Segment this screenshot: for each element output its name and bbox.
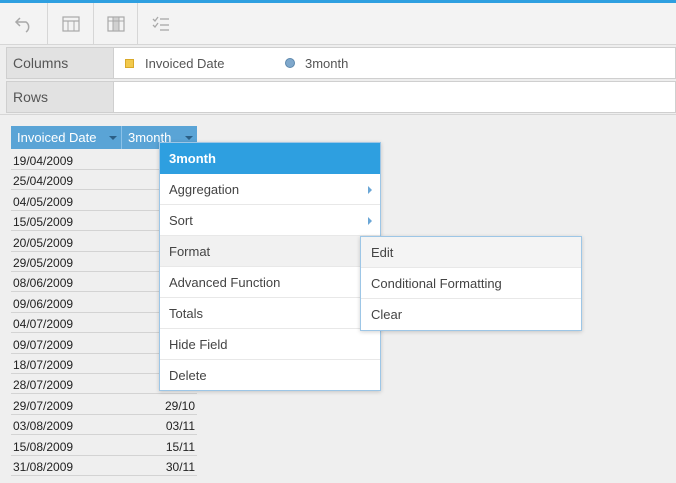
column-header-invoiced-date[interactable]: Invoiced Date (11, 126, 122, 149)
invoiced-date-cell: 20/05/2009 (13, 236, 74, 250)
menu-item-label: Aggregation (169, 182, 240, 197)
table-layout-button[interactable] (48, 3, 94, 45)
invoiced-date-cell: 19/04/2009 (13, 154, 74, 168)
undo-button[interactable] (0, 3, 48, 45)
submenu-item-edit[interactable]: Edit (361, 237, 581, 268)
invoiced-date-cell: 03/08/2009 (13, 419, 74, 433)
chevron-right-icon (368, 186, 372, 194)
format-submenu: Edit Conditional Formatting Clear (360, 236, 582, 331)
3month-cell: 15/11 (165, 440, 195, 454)
table-layout-icon (61, 15, 80, 33)
invoiced-date-cell: 08/06/2009 (13, 276, 74, 290)
submenu-item-conditional-formatting[interactable]: Conditional Formatting (361, 268, 581, 299)
checklist-button[interactable] (138, 3, 184, 45)
field-label: Invoiced Date (145, 55, 225, 71)
menu-item-label: Hide Field (169, 337, 228, 352)
menu-item-hide-field[interactable]: Hide Field (160, 329, 380, 360)
invoiced-date-cell: 25/04/2009 (13, 174, 74, 188)
invoiced-date-cell: 09/07/2009 (13, 338, 74, 352)
3month-cell: 30/11 (165, 460, 195, 474)
measure-dot-icon (285, 58, 295, 68)
columns-shelf-label: Columns (7, 48, 114, 78)
invoiced-date-cell: 15/08/2009 (13, 440, 74, 454)
menu-item-delete[interactable]: Delete (160, 360, 380, 391)
menu-item-label: Advanced Function (169, 275, 281, 290)
menu-item-totals[interactable]: Totals (160, 298, 380, 329)
chevron-down-icon[interactable] (109, 136, 117, 140)
column-layout-button[interactable] (94, 3, 138, 45)
checklist-icon (151, 15, 171, 33)
menu-item-label: Format (169, 244, 211, 259)
table-row[interactable]: 29/07/2009 29/10 (11, 395, 197, 415)
invoiced-date-cell: 29/07/2009 (13, 399, 74, 413)
columns-shelf[interactable]: Columns Invoiced Date 3month (6, 47, 676, 79)
invoiced-date-cell: 09/06/2009 (13, 297, 74, 311)
invoiced-date-cell: 18/07/2009 (13, 358, 74, 372)
dimension-square-icon (125, 58, 134, 68)
menu-item-advanced-function[interactable]: Advanced Function (160, 267, 380, 298)
columns-field-invoiced-date[interactable]: Invoiced Date (125, 48, 225, 78)
submenu-item-clear[interactable]: Clear (361, 299, 581, 330)
3month-cell: 03/11 (165, 419, 195, 433)
context-menu-title: 3month (160, 143, 380, 174)
table-row[interactable]: 03/08/2009 03/11 (11, 415, 197, 435)
menu-item-label: Sort (169, 213, 193, 228)
rows-shelf-label: Rows (7, 82, 114, 112)
menu-item-sort[interactable]: Sort (160, 205, 380, 236)
menu-item-format[interactable]: Format (160, 236, 380, 267)
table-row[interactable]: 15/08/2009 15/11 (11, 436, 197, 456)
invoiced-date-cell: 04/07/2009 (13, 317, 74, 331)
table-row[interactable]: 31/08/2009 30/11 (11, 456, 197, 476)
field-label: 3month (305, 55, 349, 71)
column-header-label: Invoiced Date (17, 130, 97, 145)
chevron-down-icon[interactable] (185, 136, 193, 140)
table-row[interactable] (11, 476, 197, 483)
menu-item-label: Delete (169, 368, 207, 383)
invoiced-date-cell: 29/05/2009 (13, 256, 74, 270)
columns-field-3month[interactable]: 3month (285, 48, 348, 78)
invoiced-date-cell: 31/08/2009 (13, 460, 74, 474)
menu-item-aggregation[interactable]: Aggregation (160, 174, 380, 205)
column-layout-icon (106, 15, 125, 33)
invoiced-date-cell: 28/07/2009 (13, 378, 74, 392)
invoiced-date-cell: 15/05/2009 (13, 215, 74, 229)
3month-cell: 29/10 (164, 399, 195, 413)
chevron-right-icon (368, 217, 372, 225)
invoiced-date-cell: 04/05/2009 (13, 195, 74, 209)
menu-item-label: Totals (169, 306, 203, 321)
rows-shelf[interactable]: Rows (6, 81, 676, 113)
field-context-menu: 3month Aggregation Sort Format Advanced … (159, 142, 381, 391)
toolbar (0, 3, 676, 45)
undo-icon (14, 15, 34, 33)
